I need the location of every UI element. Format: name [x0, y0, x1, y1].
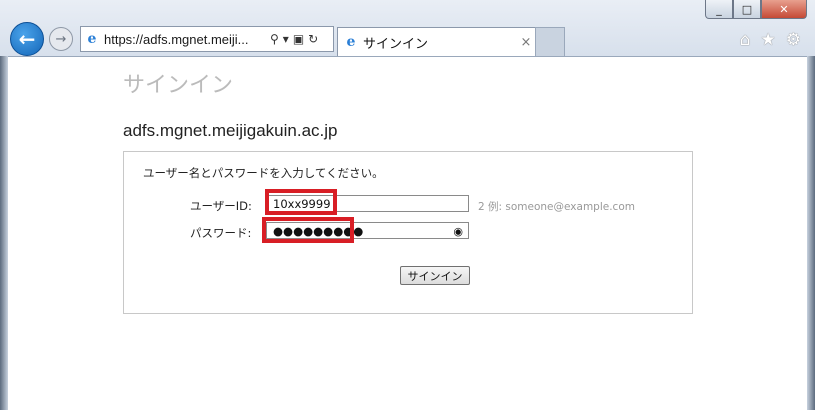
username-hint: 2 例: someone@example.com	[478, 201, 635, 213]
tab-title: サインイン	[363, 35, 429, 51]
back-arrow-icon[interactable]: ←	[10, 22, 44, 56]
favorites-star-icon[interactable]: ★	[761, 30, 776, 50]
host-name: adfs.mgnet.meijigakuin.ac.jp	[123, 121, 338, 140]
search-icon[interactable]: ⚲	[270, 32, 279, 46]
minimize-button[interactable]: _	[705, 0, 733, 19]
page-content: サインイン adfs.mgnet.meijigakuin.ac.jp ユーザー名…	[8, 57, 807, 410]
signin-form: ユーザー名とパスワードを入力してください。 ユーザーID: 10xx9999 2…	[123, 151, 693, 314]
close-tab-icon[interactable]: ×	[517, 35, 535, 50]
password-label: パスワード:	[190, 226, 252, 240]
password-value: ●●●●●●●●●	[273, 224, 364, 238]
home-icon[interactable]: ⌂	[740, 30, 751, 50]
window-frame-left	[0, 56, 8, 410]
ie-logo-icon: e	[346, 34, 356, 50]
forward-arrow-icon[interactable]: →	[49, 27, 73, 51]
show-password-eye-icon[interactable]: ◉	[453, 223, 463, 240]
browser-chrome: _ □ ✕ ← → e https://adfs.mgnet.meiji... …	[0, 0, 815, 57]
maximize-button[interactable]: □	[733, 0, 761, 19]
refresh-icon[interactable]: ↻	[308, 32, 318, 46]
ie-logo-icon: e	[87, 31, 97, 47]
password-input[interactable]: ●●●●●●●●● ◉	[266, 222, 469, 239]
window-controls: _ □ ✕	[705, 0, 807, 19]
new-tab-button[interactable]	[535, 27, 565, 56]
lock-icon[interactable]: ▣	[293, 32, 304, 46]
address-bar[interactable]: e https://adfs.mgnet.meiji... ⚲ ▾ ▣ ↻	[80, 26, 334, 52]
dropdown-icon[interactable]: ▾	[283, 32, 289, 46]
settings-gear-icon[interactable]: ⚙	[786, 30, 801, 50]
browser-toolbar: ⌂ ★ ⚙	[740, 30, 801, 50]
signin-button[interactable]: サインイン	[400, 266, 470, 285]
instructions-text: ユーザー名とパスワードを入力してください。	[143, 166, 384, 180]
address-url[interactable]: https://adfs.mgnet.meiji...	[104, 32, 264, 47]
window-frame-right	[807, 56, 815, 410]
tab-signin[interactable]: e サインイン ×	[337, 27, 536, 56]
username-input[interactable]: 10xx9999	[266, 195, 469, 212]
username-label: ユーザーID:	[190, 199, 252, 213]
close-window-button[interactable]: ✕	[761, 0, 807, 19]
page-title: サインイン	[123, 72, 234, 97]
address-tools: ⚲ ▾ ▣ ↻	[270, 32, 318, 46]
